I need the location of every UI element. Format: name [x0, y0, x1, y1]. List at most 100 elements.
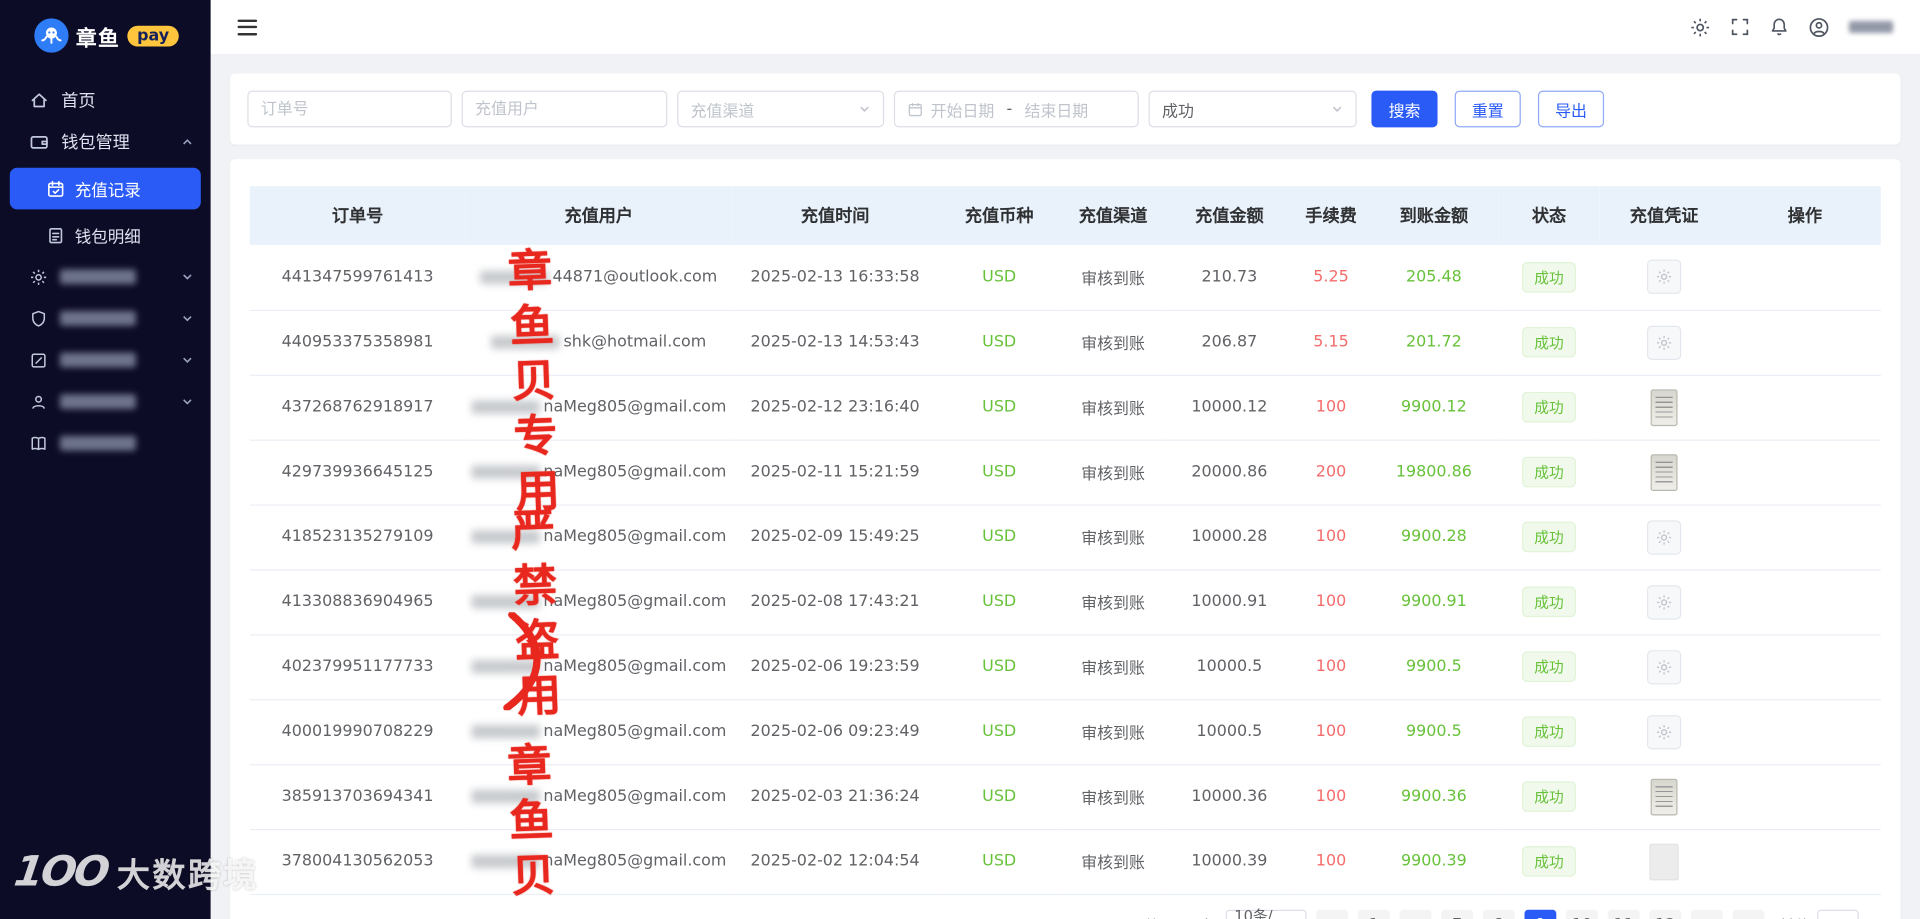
- voucher-placeholder-icon[interactable]: [1646, 519, 1682, 555]
- order-no-input[interactable]: [247, 90, 452, 128]
- sidebar-item-label: 钱包管理: [61, 133, 130, 154]
- status-select[interactable]: 成功: [1148, 90, 1357, 128]
- pagination-page-8[interactable]: 8: [1482, 909, 1515, 919]
- column-header: 充值渠道: [1060, 186, 1166, 245]
- sidebar-item-redacted[interactable]: [0, 422, 211, 464]
- calendar-icon: [907, 101, 923, 117]
- voucher-cell: [1599, 374, 1729, 441]
- sidebar-item-home[interactable]: 首页: [0, 80, 211, 122]
- fee-cell: 100: [1293, 374, 1369, 441]
- page-size-select[interactable]: 10条/页: [1225, 907, 1307, 919]
- fee-cell: 5.15: [1293, 309, 1369, 376]
- redacted-label: [60, 435, 136, 451]
- pagination-page-1[interactable]: 1: [1357, 909, 1390, 919]
- pagination-prev-button[interactable]: ‹: [1316, 909, 1349, 919]
- amount-cell: 10000.28: [1165, 504, 1294, 571]
- pagination-page-12[interactable]: 12: [1649, 909, 1682, 919]
- received-amount-cell: 19800.86: [1368, 439, 1499, 506]
- voucher-thumbnail[interactable]: [1650, 453, 1678, 491]
- search-button[interactable]: 搜索: [1371, 90, 1438, 128]
- redacted-email-prefix: [471, 660, 540, 674]
- table-row: 437268762918917 naMeg805@gmail.com 2025-02…: [249, 374, 1881, 441]
- sidebar-item-redacted[interactable]: [0, 256, 211, 298]
- voucher-placeholder-icon[interactable]: [1646, 325, 1682, 360]
- status-badge: 成功: [1522, 651, 1576, 683]
- user-avatar-icon[interactable]: [1809, 17, 1830, 38]
- fee-cell: 100: [1293, 699, 1369, 765]
- column-header: 充值凭证: [1599, 186, 1729, 245]
- status-cell: 成功: [1498, 828, 1600, 895]
- recharge-channel-select[interactable]: 充值渠道: [677, 90, 885, 128]
- voucher-placeholder-icon[interactable]: [1646, 649, 1682, 684]
- voucher-cell: [1599, 634, 1729, 700]
- records-table: 订单号 充值用户 充值时间 充值币种 充值渠道 充值金额 手续费 到账金额 状态 充值凭证 操作 4…: [249, 186, 1881, 895]
- column-header: 操作: [1728, 186, 1881, 245]
- column-header: 订单号: [249, 186, 466, 245]
- settings-icon[interactable]: [1690, 17, 1711, 38]
- recharge-time-cell: 2025-02-13 16:33:58: [732, 244, 938, 311]
- redacted-label: [60, 352, 136, 368]
- currency-cell: USD: [937, 569, 1061, 635]
- amount-cell: 10000.12: [1165, 374, 1294, 441]
- pagination-ellipsis: …: [1399, 909, 1432, 919]
- action-cell: [1728, 634, 1881, 700]
- collapse-menu-icon[interactable]: [237, 18, 258, 35]
- fullscreen-icon[interactable]: [1730, 17, 1750, 37]
- app-root: 章鱼 pay 首页 钱包管理 充值记录 钱包明细 订单号 充值用户 充值渠道 开…: [0, 0, 1920, 919]
- channel-cell: 审核到账: [1060, 439, 1166, 506]
- amount-cell: 10000.39: [1165, 828, 1294, 895]
- sidebar-redacted-section: [0, 256, 211, 464]
- calendar-icon: [47, 179, 65, 197]
- user-email-cell: shk@hotmail.com: [465, 309, 733, 376]
- export-button[interactable]: 导出: [1537, 90, 1605, 128]
- sidebar-item-wallet-group[interactable]: 钱包管理: [0, 121, 211, 163]
- table-header-row: 订单号 充值用户 充值时间 充值币种 充值渠道 充值金额 手续费 到账金额 状态 充值凭证 操作: [249, 186, 1881, 245]
- select-placeholder: 充值渠道: [690, 102, 755, 121]
- pagination-page-11[interactable]: 11: [1607, 909, 1640, 919]
- pagination-page-7[interactable]: 7: [1441, 909, 1474, 919]
- date-separator: -: [1006, 99, 1013, 119]
- table-row: 400019990708229 naMeg805@gmail.com 2025-02…: [249, 699, 1881, 765]
- goto-page-input[interactable]: [1817, 909, 1859, 919]
- fee-cell: 5.25: [1293, 244, 1369, 311]
- recharge-time-cell: 2025-02-06 19:23:59: [732, 634, 938, 700]
- sidebar-item-redacted[interactable]: [0, 381, 211, 423]
- username-redacted[interactable]: [1848, 20, 1894, 34]
- home-icon: [29, 91, 49, 111]
- sidebar-item-recharge-records[interactable]: 充值记录: [9, 167, 201, 210]
- voucher-cell: [1599, 309, 1729, 376]
- page-unit-label: 页: [1865, 913, 1881, 919]
- currency-cell: USD: [937, 439, 1061, 506]
- sidebar-item-redacted[interactable]: [0, 298, 211, 340]
- voucher-placeholder-icon[interactable]: [1646, 714, 1682, 749]
- status-badge: 成功: [1522, 781, 1576, 812]
- sidebar-item-wallet-detail[interactable]: 钱包明细: [0, 214, 211, 256]
- recharge-user-input[interactable]: [461, 90, 668, 128]
- user-email-cell: naMeg805@gmail.com: [465, 828, 733, 895]
- redacted-email-prefix: [480, 270, 549, 284]
- channel-cell: 审核到账: [1060, 764, 1166, 830]
- user-email-cell: naMeg805@gmail.com: [465, 634, 733, 700]
- sidebar-item-redacted[interactable]: [0, 339, 211, 381]
- date-range-picker[interactable]: 开始日期 - 结束日期: [893, 90, 1139, 128]
- voucher-thumbnail[interactable]: [1650, 778, 1678, 815]
- user-email-cell: naMeg805@gmail.com: [465, 504, 733, 571]
- column-header: 手续费: [1293, 186, 1369, 245]
- table-row: 385913703694341 naMeg805@gmail.com 2025-02…: [249, 764, 1881, 830]
- column-header: 到账金额: [1368, 186, 1499, 245]
- gear-icon: [29, 268, 47, 286]
- voucher-thumbnail[interactable]: [1650, 388, 1678, 426]
- pagination-page-9[interactable]: 9: [1524, 909, 1557, 919]
- order-number-cell: 437268762918917: [249, 374, 466, 441]
- reset-button[interactable]: 重置: [1454, 90, 1521, 128]
- currency-cell: USD: [937, 634, 1061, 700]
- bell-icon[interactable]: [1769, 17, 1789, 37]
- voucher-placeholder-icon[interactable]: [1646, 259, 1682, 295]
- pagination-next-button[interactable]: ›: [1732, 909, 1765, 919]
- amount-cell: 20000.86: [1165, 439, 1294, 506]
- voucher-placeholder-icon[interactable]: [1646, 584, 1682, 619]
- pagination-page-10[interactable]: 10: [1566, 909, 1598, 919]
- action-cell: [1728, 504, 1881, 571]
- received-amount-cell: 9900.12: [1368, 374, 1499, 441]
- received-amount-cell: 9900.36: [1368, 764, 1499, 830]
